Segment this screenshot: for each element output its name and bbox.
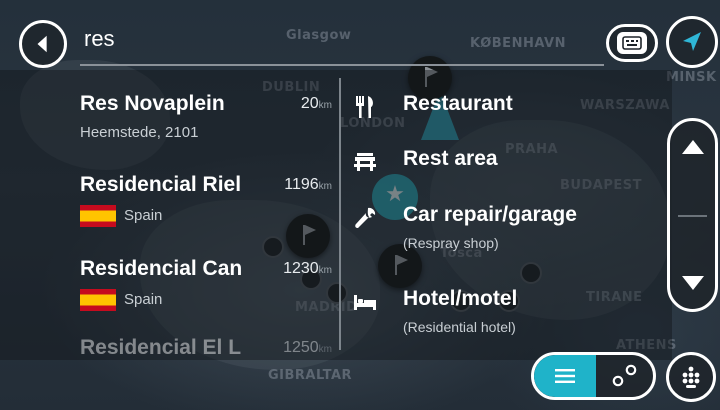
chevron-down-icon xyxy=(681,276,704,290)
list-view-button[interactable] xyxy=(534,355,596,397)
scroll-down-button[interactable] xyxy=(670,261,715,305)
map-city-label: GIBRALTAR xyxy=(268,368,353,383)
view-toggle xyxy=(531,352,656,400)
map-city-label: Glasgow xyxy=(286,28,352,43)
scroll-up-button[interactable] xyxy=(670,125,715,169)
bed-icon xyxy=(352,289,378,315)
chevron-up-icon xyxy=(681,140,704,154)
scroll-control xyxy=(667,118,718,312)
result-distance: 20km xyxy=(300,95,332,112)
category-subtitle: (Respray shop) xyxy=(403,235,499,251)
wrench-icon xyxy=(352,205,378,231)
category-label: Restaurant xyxy=(403,92,513,115)
search-input[interactable]: res xyxy=(84,26,115,52)
column-divider xyxy=(339,78,341,350)
search-underline xyxy=(80,64,604,66)
fork-knife-icon xyxy=(352,94,378,120)
back-arrow-icon xyxy=(37,35,47,53)
spain-flag-icon xyxy=(80,205,116,227)
back-button[interactable] xyxy=(19,20,67,68)
map-view-button[interactable] xyxy=(596,355,653,397)
rest-area-icon xyxy=(352,149,378,175)
result-distance: 1250km xyxy=(283,339,332,356)
result-name: Res Novaplein xyxy=(80,92,225,115)
map-city-label: KØBENHAVN xyxy=(470,36,566,51)
keyboard-language-button[interactable] xyxy=(606,24,658,62)
route-points-icon xyxy=(612,364,637,387)
result-country: Spain xyxy=(80,289,162,311)
result-name: Residencial Riel xyxy=(80,173,242,196)
spain-flag-icon xyxy=(80,289,116,311)
category-subtitle: (Residential hotel) xyxy=(403,319,516,335)
map-city-label: MINSK xyxy=(666,70,717,85)
list-icon xyxy=(555,369,575,383)
result-distance: 1196km xyxy=(284,176,332,193)
result-distance: 1230km xyxy=(283,260,332,277)
result-name: Residencial Can xyxy=(80,257,243,280)
result-name: Residencial El L xyxy=(80,336,242,358)
result-country: Spain xyxy=(80,205,162,227)
keyboard-language-icon xyxy=(617,32,647,54)
current-location-button[interactable] xyxy=(666,16,718,68)
keyboard-button[interactable] xyxy=(666,352,716,402)
category-label: Car repair/garage xyxy=(403,203,577,226)
category-label: Hotel/motel xyxy=(403,287,518,310)
result-address: Heemstede, 2101 xyxy=(80,124,199,141)
navigation-arrow-icon xyxy=(683,32,701,51)
scroll-divider xyxy=(678,215,707,217)
category-label: Rest area xyxy=(403,147,498,170)
list-item[interactable]: Residencial El L 1250km xyxy=(80,336,338,358)
keypad-icon xyxy=(682,366,700,388)
